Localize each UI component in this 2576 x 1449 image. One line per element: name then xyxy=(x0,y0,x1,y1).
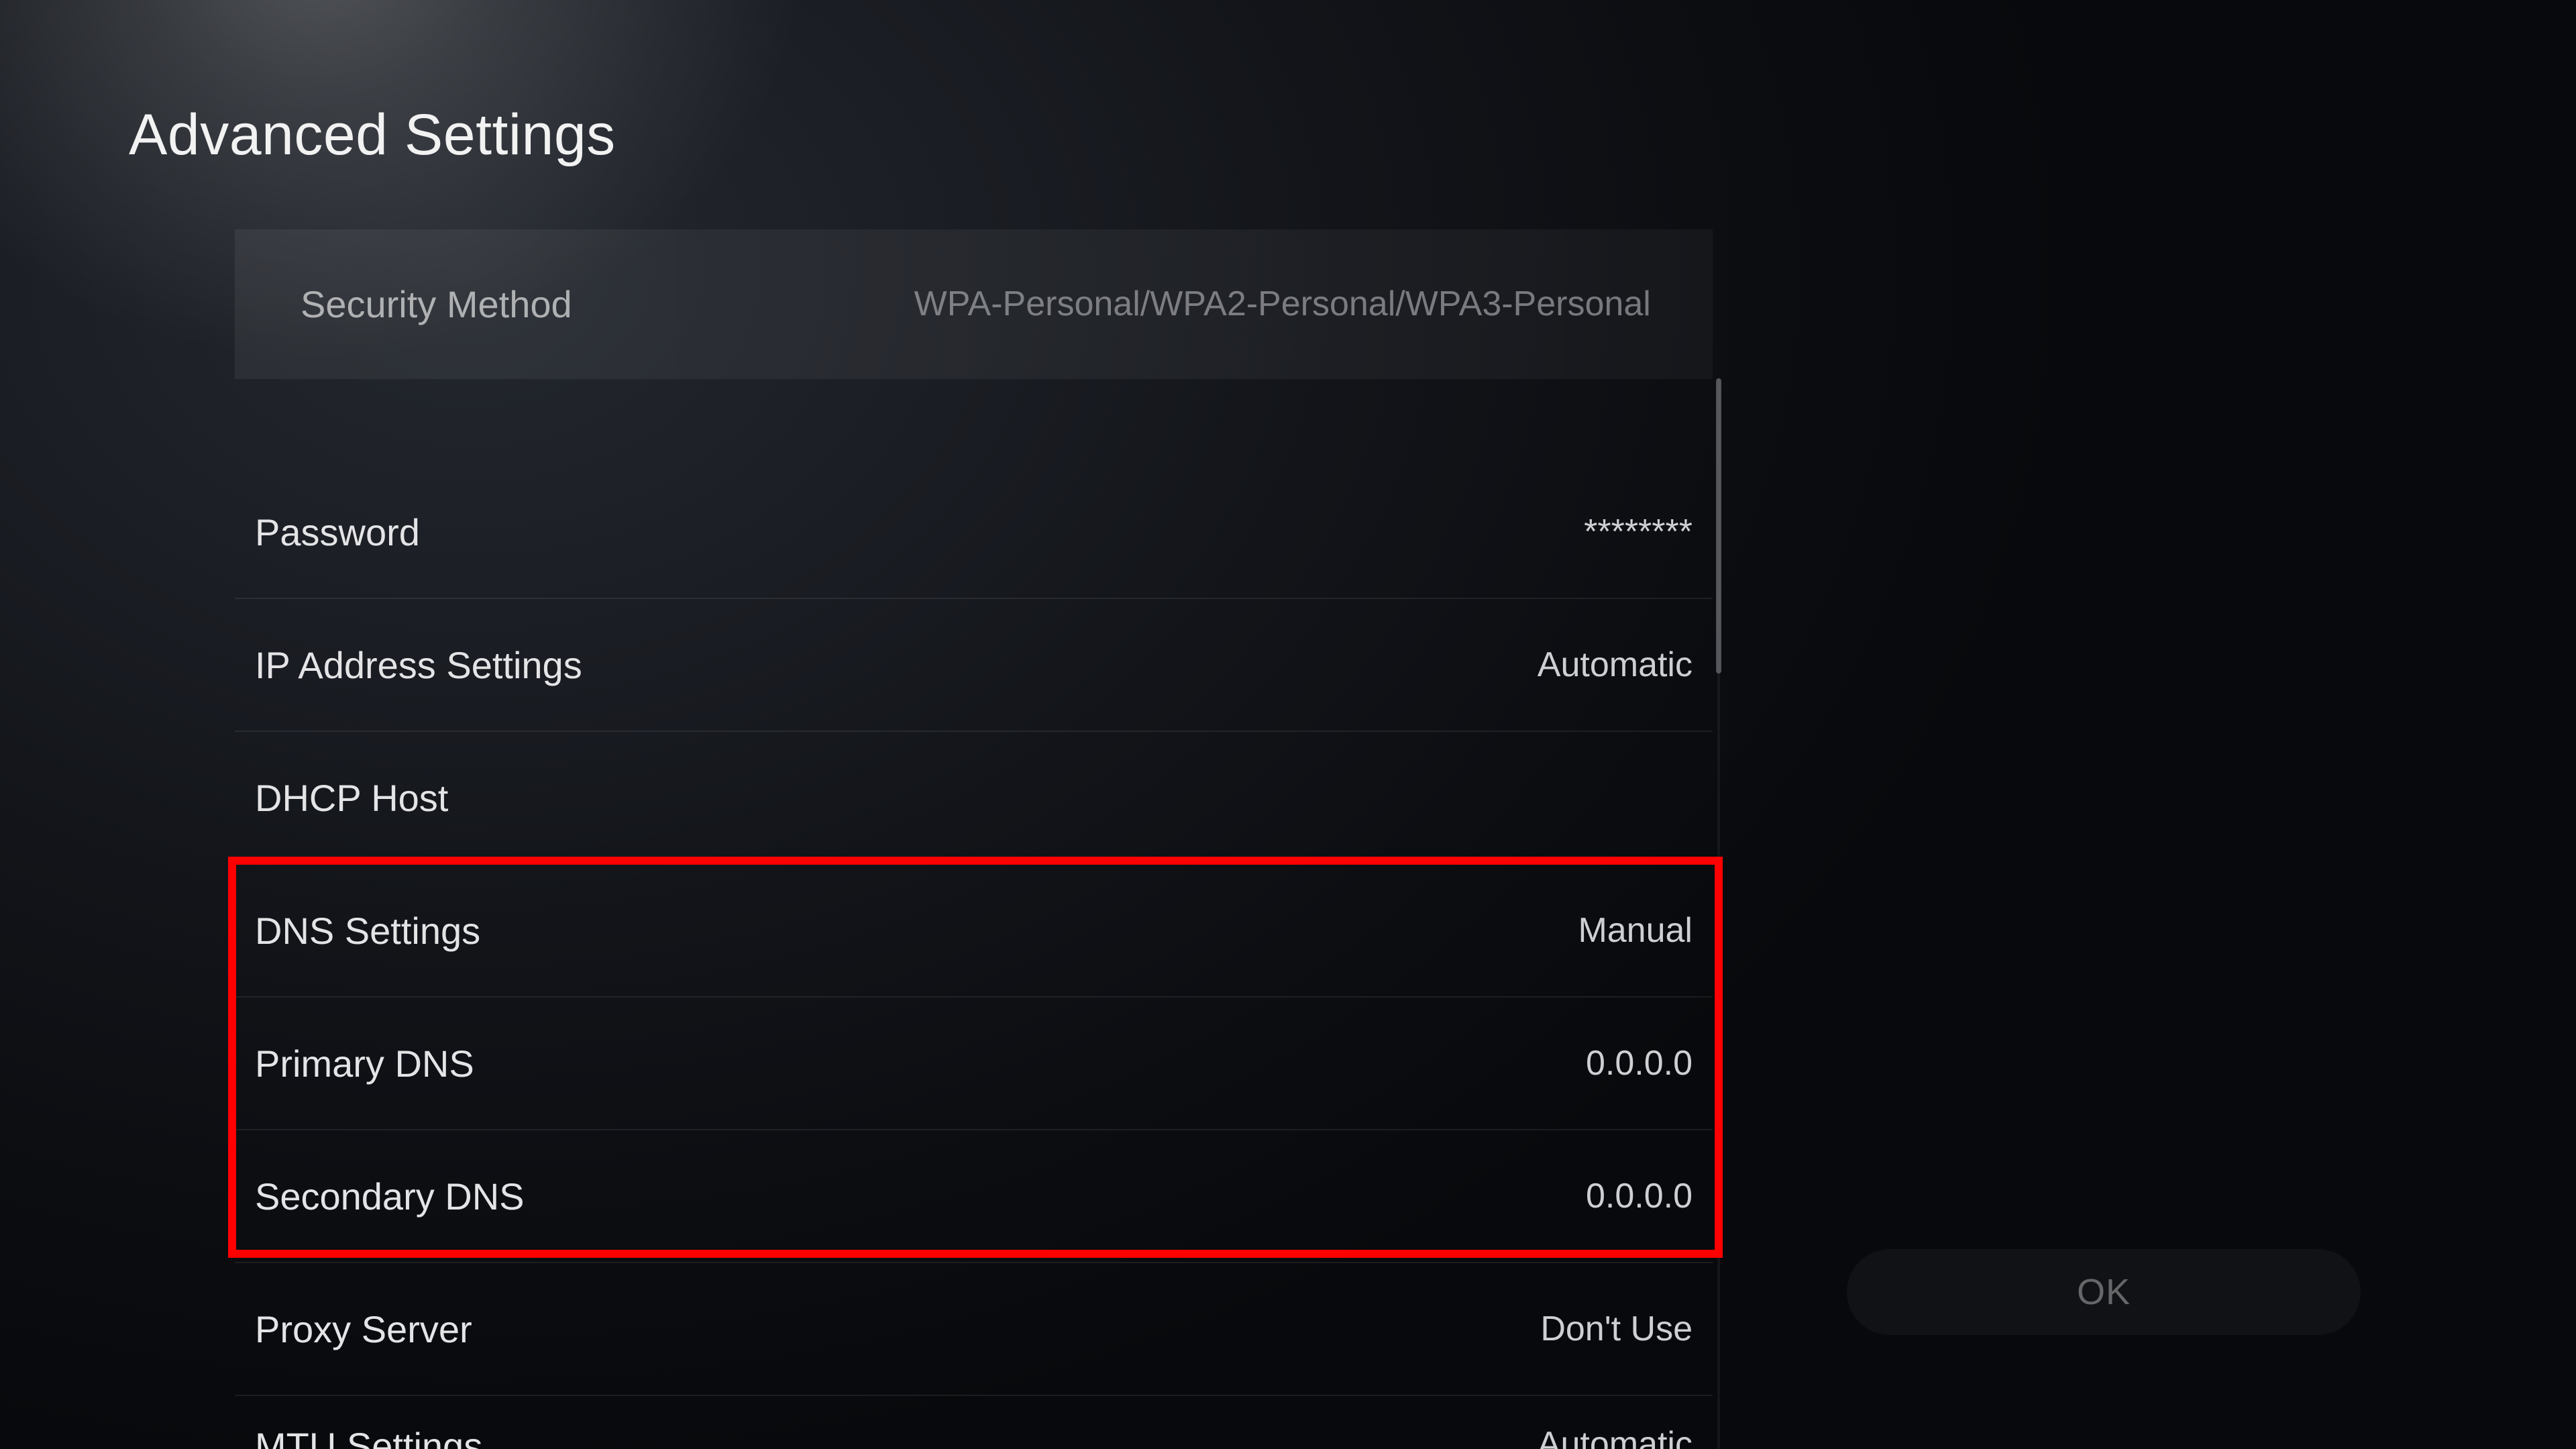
secondary-dns-label: Secondary DNS xyxy=(255,1175,525,1218)
mtu-settings-label: MTU Settings xyxy=(255,1424,482,1449)
row-dns-settings[interactable]: DNS Settings Manual xyxy=(235,865,1713,998)
password-label: Password xyxy=(255,511,420,554)
row-primary-dns[interactable]: Primary DNS 0.0.0.0 xyxy=(235,998,1713,1130)
row-mtu-settings[interactable]: MTU Settings Automatic xyxy=(235,1396,1713,1449)
dhcp-host-label: DHCP Host xyxy=(255,776,448,820)
screen: Advanced Settings Security Method WPA-Pe… xyxy=(0,0,2576,1449)
row-secondary-dns[interactable]: Secondary DNS 0.0.0.0 xyxy=(235,1130,1713,1263)
scrollbar-thumb[interactable] xyxy=(1716,378,1721,674)
ok-button[interactable]: OK xyxy=(1847,1249,2361,1335)
security-method-value: WPA-Personal/WPA2-Personal/WPA3-Personal xyxy=(914,284,1651,324)
dns-settings-value: Manual xyxy=(1578,910,1693,951)
row-ip-address-settings[interactable]: IP Address Settings Automatic xyxy=(235,599,1713,732)
primary-dns-label: Primary DNS xyxy=(255,1042,474,1085)
section-gap xyxy=(235,379,1713,466)
row-security-method[interactable]: Security Method WPA-Personal/WPA2-Person… xyxy=(235,229,1713,379)
primary-dns-value: 0.0.0.0 xyxy=(1586,1043,1693,1083)
proxy-server-value: Don't Use xyxy=(1540,1309,1693,1349)
proxy-server-label: Proxy Server xyxy=(255,1307,472,1351)
dns-settings-label: DNS Settings xyxy=(255,909,480,953)
ok-button-label: OK xyxy=(2077,1271,2131,1313)
row-proxy-server[interactable]: Proxy Server Don't Use xyxy=(235,1263,1713,1396)
password-value: ******** xyxy=(1584,512,1693,552)
settings-panel: Security Method WPA-Personal/WPA2-Person… xyxy=(235,229,1713,1449)
row-dhcp-host[interactable]: DHCP Host xyxy=(235,732,1713,865)
secondary-dns-value: 0.0.0.0 xyxy=(1586,1176,1693,1216)
ip-settings-value: Automatic xyxy=(1538,645,1693,685)
row-password[interactable]: Password ******** xyxy=(235,466,1713,599)
security-method-label: Security Method xyxy=(301,282,572,326)
mtu-settings-value: Automatic xyxy=(1538,1424,1693,1449)
page-title: Advanced Settings xyxy=(129,102,616,168)
ip-settings-label: IP Address Settings xyxy=(255,643,582,687)
